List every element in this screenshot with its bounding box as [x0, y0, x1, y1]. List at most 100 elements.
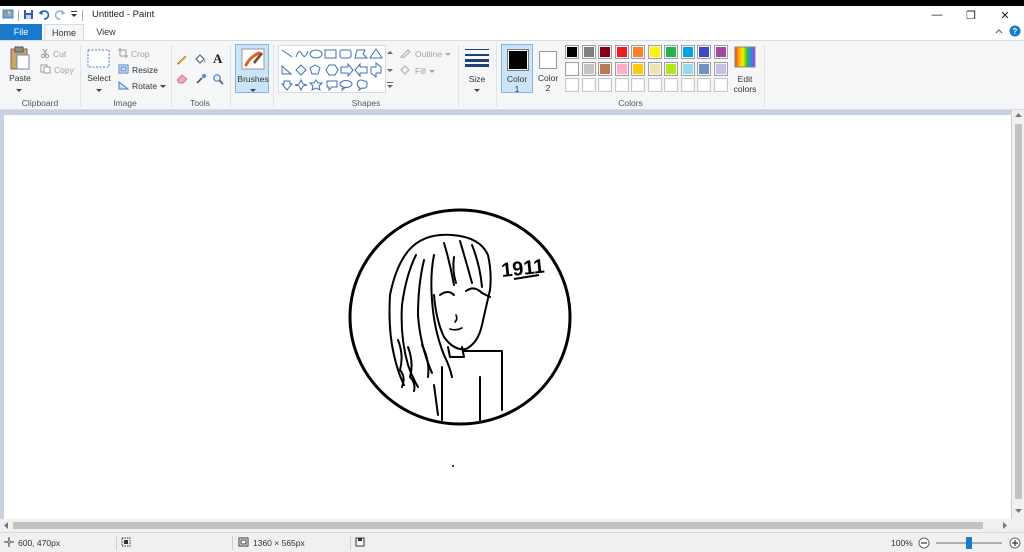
shapes-expand-icon[interactable]: [387, 81, 393, 91]
select-dropdown-icon[interactable]: [96, 85, 102, 95]
brush-icon: [241, 48, 265, 72]
tab-home[interactable]: Home: [44, 24, 84, 40]
palette-swatch[interactable]: [598, 61, 612, 76]
palette-swatch[interactable]: [565, 61, 579, 76]
palette-swatch[interactable]: [631, 61, 645, 76]
undo-icon[interactable]: [38, 9, 50, 22]
paste-icon[interactable]: [9, 45, 31, 73]
palette-swatch[interactable]: [647, 78, 662, 92]
crop-button[interactable]: Crop: [118, 47, 149, 60]
color-picker-icon[interactable]: [195, 73, 207, 87]
zoom-in-button[interactable]: [1009, 537, 1021, 551]
palette-swatch[interactable]: [697, 45, 711, 59]
text-tool-icon[interactable]: A: [213, 51, 222, 67]
palette-swatch[interactable]: [664, 78, 678, 92]
palette-swatch[interactable]: [697, 61, 711, 76]
restore-button[interactable]: ❐: [954, 6, 988, 24]
palette-swatch-fill: [666, 63, 676, 74]
fill-bucket-icon[interactable]: [194, 53, 207, 67]
save-icon[interactable]: [23, 9, 34, 22]
palette-swatch[interactable]: [713, 61, 728, 76]
paint-app-icon[interactable]: [2, 8, 14, 22]
pencil-icon[interactable]: [176, 53, 188, 67]
help-icon[interactable]: ?: [1009, 25, 1021, 39]
scroll-left-arrow[interactable]: [3, 522, 9, 531]
tab-view[interactable]: View: [88, 24, 124, 40]
palette-swatch[interactable]: [565, 45, 579, 59]
horizontal-scrollbar[interactable]: [0, 519, 1012, 532]
palette-swatch[interactable]: [664, 61, 678, 76]
status-separator: [350, 536, 351, 550]
scroll-right-arrow[interactable]: [1002, 522, 1008, 531]
palette-swatch[interactable]: [647, 61, 662, 76]
palette-swatch[interactable]: [664, 45, 678, 59]
customize-quick-access-icon[interactable]: [70, 9, 78, 21]
horizontal-scroll-thumb[interactable]: [13, 522, 983, 529]
vertical-scroll-thumb[interactable]: [1015, 124, 1022, 499]
vertical-scrollbar[interactable]: [1012, 110, 1024, 519]
rotate-button[interactable]: Rotate: [118, 79, 167, 92]
close-button[interactable]: ✕: [988, 6, 1022, 24]
magnifier-icon[interactable]: [212, 73, 224, 87]
status-separator: [232, 536, 233, 550]
size-button[interactable]: Size: [463, 45, 491, 93]
image-size-icon: [238, 537, 249, 549]
color1-swatch: [507, 49, 529, 71]
brushes-dropdown-icon: [250, 85, 256, 95]
palette-swatch[interactable]: [614, 45, 629, 59]
palette-swatch[interactable]: [598, 45, 612, 59]
scroll-up-arrow[interactable]: [1015, 112, 1022, 120]
zoom-slider-thumb[interactable]: [966, 537, 972, 549]
tab-file[interactable]: File: [0, 24, 42, 40]
selection-size-icon: [121, 537, 131, 549]
palette-swatch[interactable]: [614, 61, 629, 76]
shapes-gallery[interactable]: [278, 45, 386, 93]
shapes-scroll-down-icon[interactable]: [387, 65, 393, 75]
palette-swatch[interactable]: [647, 45, 662, 59]
palette-swatch-fill: [567, 80, 577, 90]
scroll-down-arrow[interactable]: [1015, 508, 1022, 516]
redo-icon[interactable]: [54, 9, 66, 22]
zoom-slider-track[interactable]: [936, 537, 1002, 549]
resize-button[interactable]: Resize: [118, 63, 158, 76]
crosshair-icon: [4, 537, 14, 549]
palette-swatch[interactable]: [697, 78, 711, 92]
copy-button[interactable]: Copy: [40, 63, 74, 76]
fill-button[interactable]: Fill: [400, 64, 435, 77]
color1-button[interactable]: Color 1: [501, 44, 533, 94]
eraser-icon[interactable]: [176, 73, 189, 86]
paste-button[interactable]: Paste: [4, 73, 36, 83]
palette-swatch-fill: [633, 80, 643, 90]
minimize-ribbon-icon[interactable]: [994, 26, 1004, 38]
color2-button[interactable]: Color 2: [536, 44, 560, 93]
palette-swatch[interactable]: [598, 78, 612, 92]
rotate-icon: [118, 80, 130, 92]
palette-swatch[interactable]: [713, 78, 728, 92]
cut-button[interactable]: Cut: [40, 47, 66, 60]
edit-colors-button[interactable]: Edit colors: [732, 45, 758, 94]
palette-swatch[interactable]: [713, 45, 728, 59]
select-icon[interactable]: [87, 49, 110, 71]
palette-swatch[interactable]: [565, 78, 579, 92]
brushes-button[interactable]: Brushes: [235, 44, 269, 93]
shapes-scroll-up-icon[interactable]: [387, 47, 393, 57]
palette-swatch[interactable]: [581, 61, 596, 76]
outline-button[interactable]: Outline: [400, 47, 451, 60]
window-title: Untitled - Paint: [92, 9, 155, 20]
mouth-stroke: [449, 327, 463, 331]
palette-swatch[interactable]: [581, 78, 596, 92]
palette-swatch[interactable]: [614, 78, 629, 92]
paste-dropdown-icon[interactable]: [16, 85, 22, 95]
palette-swatch[interactable]: [631, 78, 645, 92]
select-button[interactable]: Select: [84, 73, 114, 83]
palette-swatch[interactable]: [581, 45, 596, 59]
title-bar: Untitled - Paint — ❐ ✕: [0, 6, 1024, 24]
palette-swatch[interactable]: [680, 45, 695, 59]
palette-swatch[interactable]: [680, 61, 695, 76]
drawing-canvas[interactable]: 1911: [4, 115, 1011, 519]
minimize-button[interactable]: —: [920, 6, 954, 24]
zoom-out-button[interactable]: [918, 537, 930, 551]
edit-colors-label: Edit: [737, 74, 753, 84]
palette-swatch[interactable]: [631, 45, 645, 59]
palette-swatch[interactable]: [680, 78, 695, 92]
